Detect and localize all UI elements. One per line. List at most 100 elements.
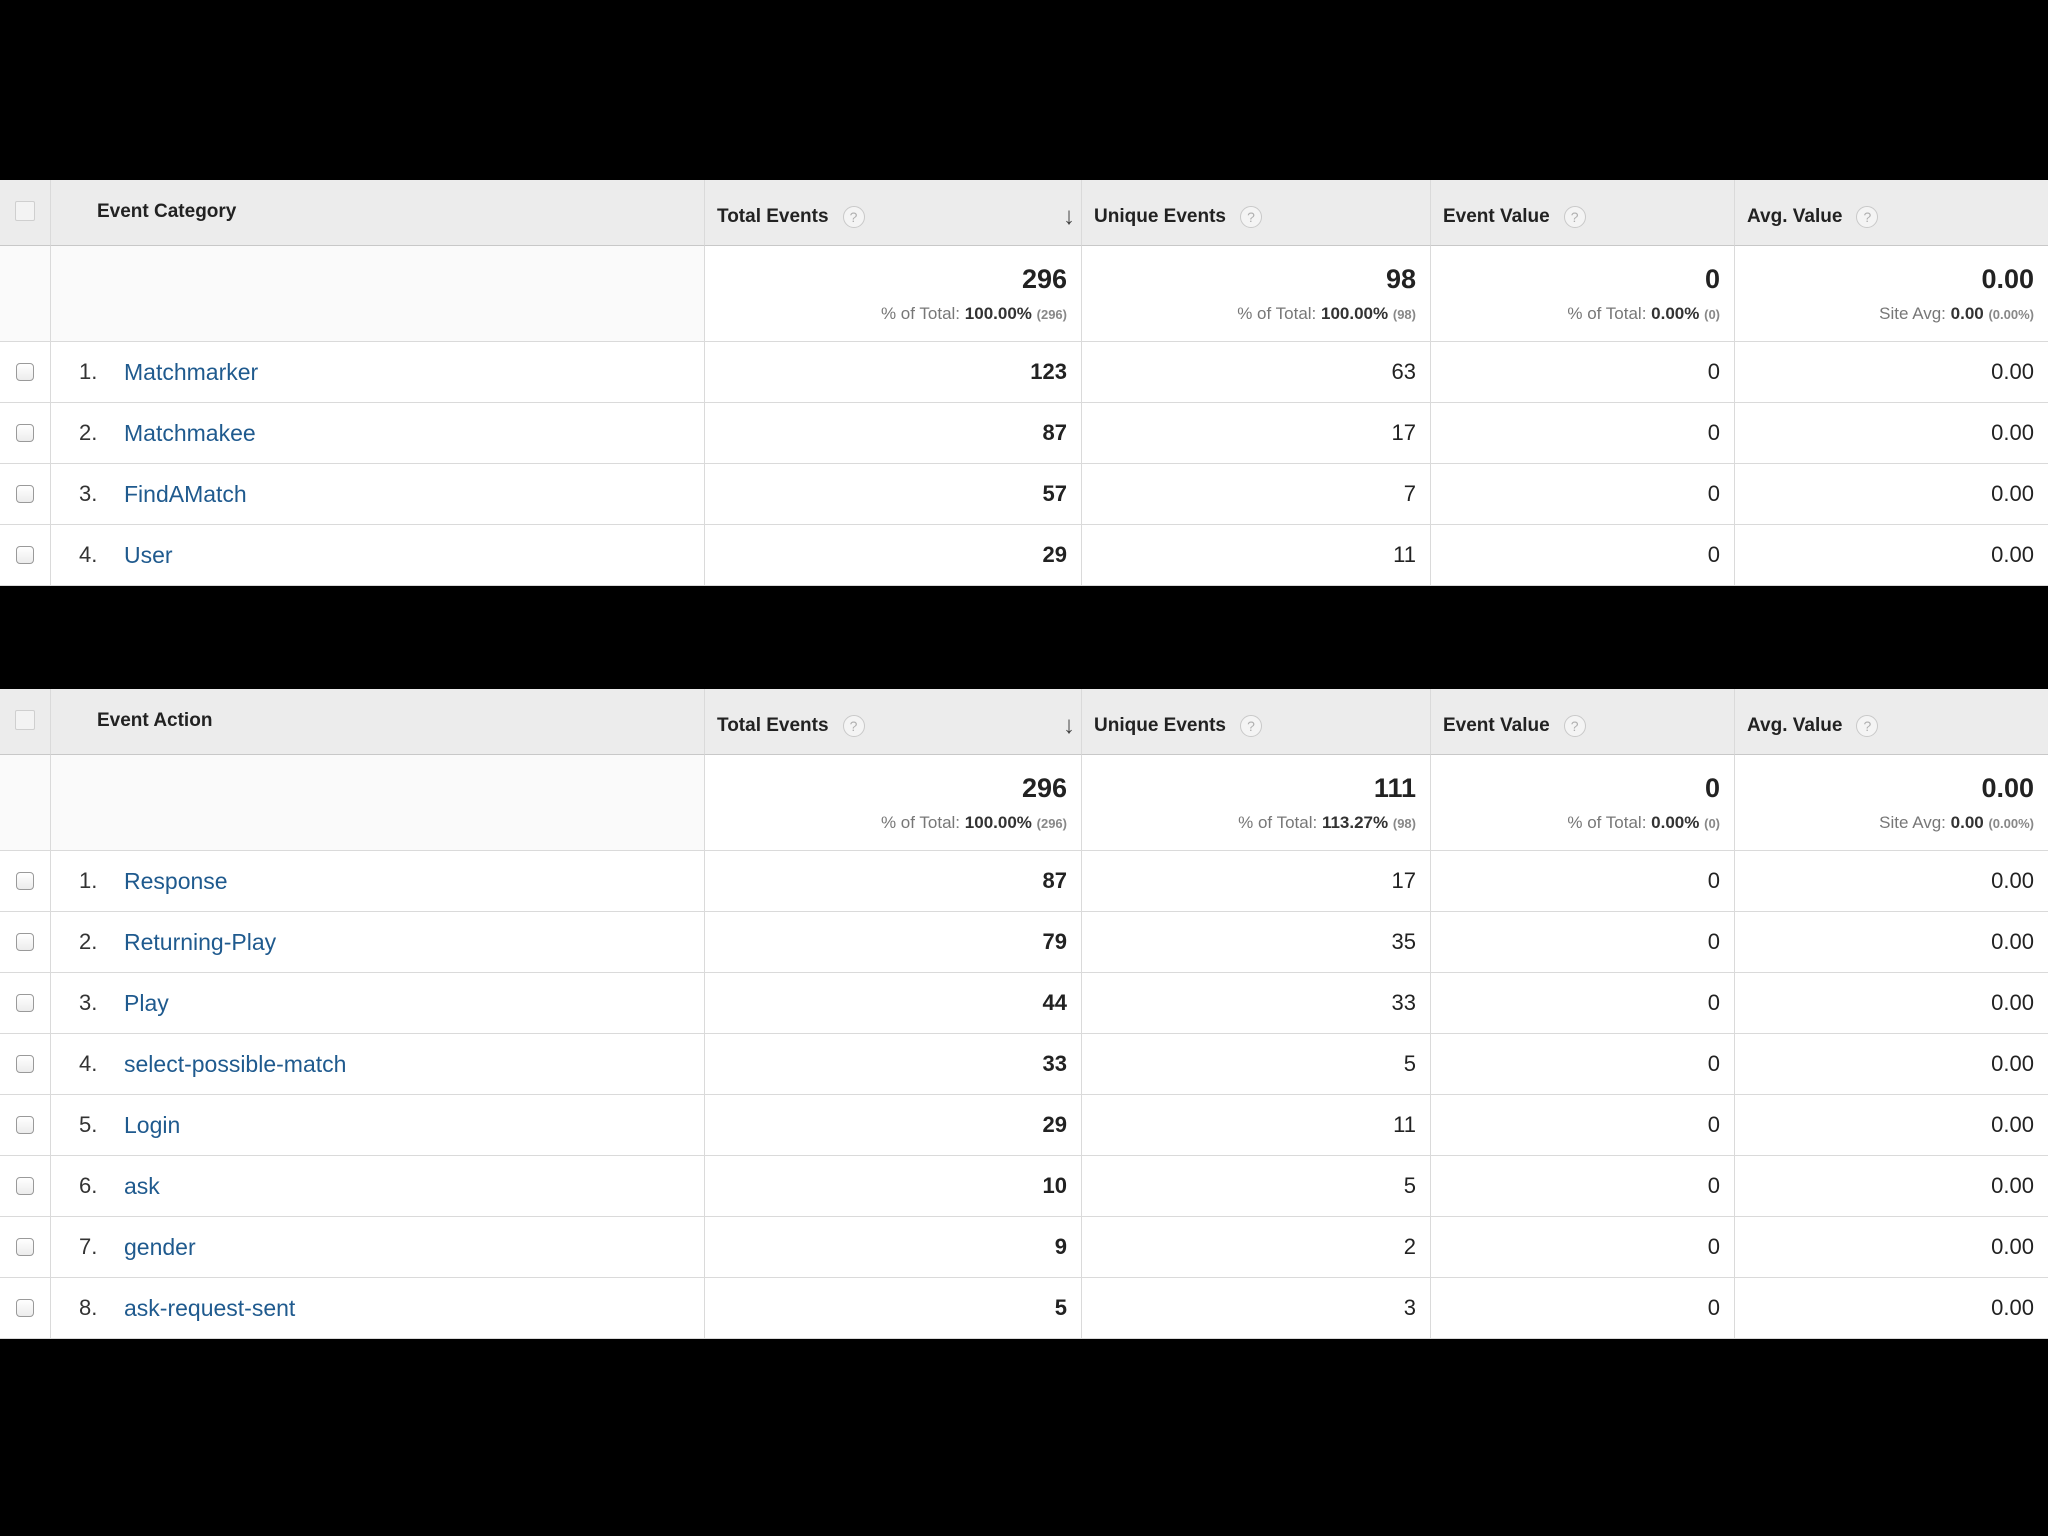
avg-value-sum: 0.00: [1981, 773, 2034, 803]
sort-descending-icon[interactable]: ↓: [1063, 203, 1075, 231]
row-dimension-link[interactable]: select-possible-match: [124, 1051, 346, 1078]
event-value-header-label[interactable]: Event Value: [1443, 206, 1550, 228]
row-checkbox[interactable]: [16, 1116, 34, 1134]
row-checkbox[interactable]: [16, 1177, 34, 1195]
total-events-header[interactable]: Total Events? ↓: [705, 180, 1082, 246]
select-all-checkbox-cell[interactable]: [0, 180, 51, 246]
row-dimension-link[interactable]: Login: [124, 1112, 180, 1139]
row-checkbox-cell[interactable]: [0, 851, 51, 912]
help-icon[interactable]: ?: [1856, 205, 1879, 228]
totals-event-value: 0 % of Total: 0.00% (0): [1431, 246, 1735, 342]
row-checkbox-cell[interactable]: [0, 912, 51, 973]
row-checkbox[interactable]: [16, 546, 34, 564]
dimension-header: Event Action: [51, 689, 705, 755]
totals-avg-value: 0.00 Site Avg: 0.00 (0.00%): [1735, 755, 2048, 851]
row-total-events: 79: [705, 912, 1082, 973]
row-dimension-link[interactable]: Play: [124, 990, 169, 1017]
event-value-header[interactable]: Event Value?: [1431, 180, 1735, 246]
row-unique-events: 7: [1082, 464, 1431, 525]
table-row: 3. FindAMatch 57 7 0 0.00: [0, 464, 2048, 525]
row-checkbox[interactable]: [16, 1299, 34, 1317]
row-checkbox-cell[interactable]: [0, 1095, 51, 1156]
row-dimension-link[interactable]: ask-request-sent: [124, 1295, 295, 1322]
row-checkbox[interactable]: [16, 363, 34, 381]
row-dimension-link[interactable]: ask: [124, 1173, 160, 1200]
table-header: Event Action Total Events? ↓ Unique Event…: [0, 689, 2048, 755]
row-checkbox[interactable]: [16, 933, 34, 951]
row-event-value: 0: [1431, 973, 1735, 1034]
select-all-checkbox-cell[interactable]: [0, 689, 51, 755]
row-checkbox-cell[interactable]: [0, 1278, 51, 1339]
row-number: 2.: [79, 929, 98, 954]
row-checkbox-cell[interactable]: [0, 525, 51, 586]
help-icon[interactable]: ?: [1856, 714, 1879, 737]
row-total-events: 10: [705, 1156, 1082, 1217]
avg-value-header[interactable]: Avg. Value?: [1735, 689, 2048, 755]
unique-events-sum: 111: [1373, 773, 1416, 803]
row-dimension-cell: 5. Login: [51, 1095, 705, 1156]
select-all-checkbox[interactable]: [15, 201, 35, 221]
help-icon[interactable]: ?: [1563, 205, 1586, 228]
unique-events-header-label[interactable]: Unique Events: [1094, 206, 1226, 228]
help-icon[interactable]: ?: [842, 205, 865, 228]
row-number: 1.: [79, 359, 98, 384]
row-dimension-link[interactable]: gender: [124, 1234, 196, 1261]
row-checkbox-cell[interactable]: [0, 1217, 51, 1278]
unique-events-header[interactable]: Unique Events?: [1082, 689, 1431, 755]
totals-dimension-cell: [51, 755, 705, 851]
avg-value-header-label[interactable]: Avg. Value: [1747, 715, 1842, 737]
row-dimension-cell: 1. Response: [51, 851, 705, 912]
row-checkbox-cell[interactable]: [0, 403, 51, 464]
avg-value-header[interactable]: Avg. Value?: [1735, 180, 2048, 246]
row-event-value: 0: [1431, 525, 1735, 586]
table-row: 4. select-possible-match 33 5 0 0.00: [0, 1034, 2048, 1095]
total-events-header-label[interactable]: Total Events: [717, 206, 829, 228]
row-checkbox-cell[interactable]: [0, 1034, 51, 1095]
row-checkbox[interactable]: [16, 872, 34, 890]
avg-value-header-label[interactable]: Avg. Value: [1747, 206, 1842, 228]
total-events-header[interactable]: Total Events? ↓: [705, 689, 1082, 755]
row-dimension-link[interactable]: Matchmarker: [124, 359, 258, 386]
table-row: 6. ask 10 5 0 0.00: [0, 1156, 2048, 1217]
help-icon[interactable]: ?: [1239, 205, 1262, 228]
help-icon[interactable]: ?: [1239, 714, 1262, 737]
row-dimension-link[interactable]: Matchmakee: [124, 420, 256, 447]
unique-events-header-label[interactable]: Unique Events: [1094, 715, 1226, 737]
totals-unique-events: 98 % of Total: 100.00% (98): [1082, 246, 1431, 342]
row-number: 4.: [79, 1051, 98, 1076]
row-unique-events: 11: [1082, 525, 1431, 586]
event-value-header[interactable]: Event Value?: [1431, 689, 1735, 755]
table-row: 4. User 29 11 0 0.00: [0, 525, 2048, 586]
select-all-checkbox[interactable]: [15, 710, 35, 730]
unique-events-header[interactable]: Unique Events?: [1082, 180, 1431, 246]
table-row: 5. Login 29 11 0 0.00: [0, 1095, 2048, 1156]
row-checkbox[interactable]: [16, 994, 34, 1012]
help-icon[interactable]: ?: [842, 714, 865, 737]
row-dimension-link[interactable]: User: [124, 542, 173, 569]
row-dimension-link[interactable]: FindAMatch: [124, 481, 247, 508]
event-value-header-label[interactable]: Event Value: [1443, 715, 1550, 737]
help-icon[interactable]: ?: [1563, 714, 1586, 737]
dimension-header: Event Category: [51, 180, 705, 246]
total-events-header-label[interactable]: Total Events: [717, 715, 829, 737]
event-value-share: % of Total: 0.00% (0): [1567, 813, 1720, 832]
row-unique-events: 35: [1082, 912, 1431, 973]
row-checkbox[interactable]: [16, 1238, 34, 1256]
row-dimension-link[interactable]: Response: [124, 868, 228, 895]
row-avg-value: 0.00: [1735, 1095, 2048, 1156]
row-dimension-cell: 2. Returning-Play: [51, 912, 705, 973]
row-checkbox[interactable]: [16, 485, 34, 503]
row-checkbox[interactable]: [16, 424, 34, 442]
sort-descending-icon[interactable]: ↓: [1063, 712, 1075, 740]
row-dimension-cell: 1. Matchmarker: [51, 342, 705, 403]
row-checkbox-cell[interactable]: [0, 464, 51, 525]
row-checkbox-cell[interactable]: [0, 1156, 51, 1217]
row-event-value: 0: [1431, 403, 1735, 464]
row-checkbox-cell[interactable]: [0, 973, 51, 1034]
row-checkbox[interactable]: [16, 1055, 34, 1073]
row-checkbox-cell[interactable]: [0, 342, 51, 403]
row-unique-events: 2: [1082, 1217, 1431, 1278]
table-row: 1. Response 87 17 0 0.00: [0, 851, 2048, 912]
total-events-share: % of Total: 100.00% (296): [880, 813, 1067, 832]
row-dimension-link[interactable]: Returning-Play: [124, 929, 276, 956]
